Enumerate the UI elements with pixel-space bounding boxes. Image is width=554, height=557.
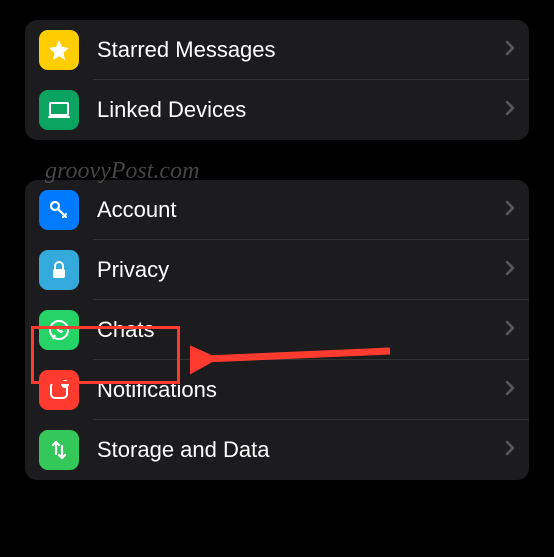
lock-icon [39,250,79,290]
chevron-right-icon [505,380,515,401]
settings-row-label: Chats [97,317,505,343]
settings-row-label: Account [97,197,505,223]
arrows-icon [39,430,79,470]
settings-row-label: Notifications [97,377,505,403]
settings-row-starred-messages[interactable]: Starred Messages [25,20,529,80]
settings-row-notifications[interactable]: Notifications [25,360,529,420]
laptop-icon [39,90,79,130]
settings-row-label: Linked Devices [97,97,505,123]
star-icon [39,30,79,70]
settings-row-linked-devices[interactable]: Linked Devices [25,80,529,140]
settings-group: Account Privacy Chats Notifications [25,180,529,480]
key-icon [39,190,79,230]
settings-row-account[interactable]: Account [25,180,529,240]
chevron-right-icon [505,100,515,121]
settings-row-storage-and-data[interactable]: Storage and Data [25,420,529,480]
notification-icon [39,370,79,410]
chevron-right-icon [505,200,515,221]
chevron-right-icon [505,260,515,281]
settings-row-label: Storage and Data [97,437,505,463]
settings-row-label: Starred Messages [97,37,505,63]
settings-row-privacy[interactable]: Privacy [25,240,529,300]
chevron-right-icon [505,40,515,61]
settings-row-chats[interactable]: Chats [25,300,529,360]
chevron-right-icon [505,320,515,341]
whatsapp-icon [39,310,79,350]
settings-group: Starred Messages Linked Devices [25,20,529,140]
chevron-right-icon [505,440,515,461]
settings-row-label: Privacy [97,257,505,283]
